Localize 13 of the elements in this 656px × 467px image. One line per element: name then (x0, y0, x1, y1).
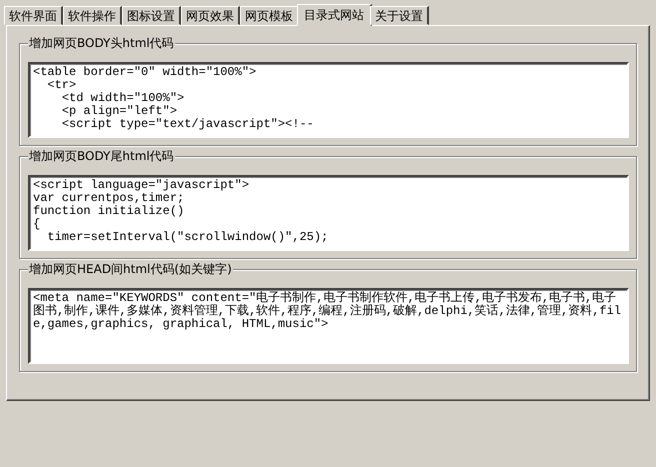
tab[interactable]: 软件操作 (63, 6, 122, 25)
code-field[interactable]: <script language="javascript"> var currentpos,timer; function initialize() { timer=setInterval("scrollwindow()",25); (28, 175, 629, 251)
code-field[interactable]: <table border="0" width="100%"> <tr> <td width="100%"> <p align="left"> <script type="text/javascript"><!-- (28, 62, 629, 138)
tab[interactable]: 网页效果 (181, 6, 240, 25)
group-title: 增加网页BODY尾html代码 (28, 149, 175, 164)
group-title: 增加网页BODY头html代码 (28, 36, 175, 51)
tab[interactable]: 关于设置 (370, 6, 429, 25)
tab[interactable]: 图标设置 (122, 6, 181, 25)
tab[interactable]: 目录式网站 (297, 4, 372, 26)
group-title: 增加网页HEAD间html代码(如关键字) (28, 262, 233, 277)
tab[interactable]: 网页模板 (240, 6, 299, 25)
code-field[interactable]: <meta name="KEYWORDS" content="电子书制作,电子书制作软件,电子书上传,电子书发布,电子书,电子图书,制作,课件,多媒体,资料管理,下载,软件,程序,编程,注册码,破解,delphi,笑话,法律,管理,资料,file,games,graphics, graphical, HTML,music"> (28, 288, 629, 364)
tab[interactable]: 软件界面 (4, 6, 63, 25)
